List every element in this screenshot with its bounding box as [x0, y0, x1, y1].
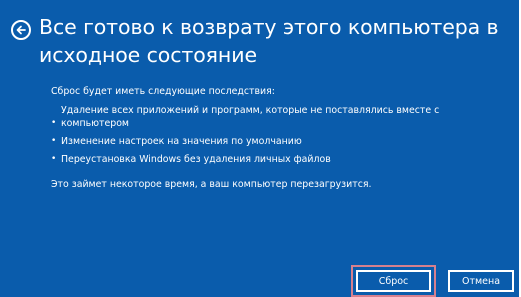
- intro-text: Сброс будет иметь следующие последствия:: [51, 86, 275, 97]
- consequences-section: Сброс будет иметь следующие последствия:…: [51, 85, 506, 191]
- consequences-list: Удаление всех приложений и программ, кот…: [51, 104, 506, 166]
- back-button[interactable]: [11, 20, 31, 40]
- reset-pc-dialog: Все готово к возврату этого компьютера в…: [0, 0, 519, 297]
- page-title: Все готово к возврату этого компьютера в…: [39, 15, 499, 67]
- list-item: Изменение настроек на значения по умолча…: [51, 135, 506, 148]
- list-item: Удаление всех приложений и программ, кот…: [51, 104, 506, 130]
- restart-note: Это займет некоторое время, а ваш компью…: [51, 179, 372, 190]
- reset-button[interactable]: Сброс: [356, 270, 431, 292]
- cancel-button[interactable]: Отмена: [448, 270, 514, 292]
- back-arrow-icon: [16, 25, 26, 35]
- list-item: Переустановка Windows без удаления личны…: [51, 153, 506, 166]
